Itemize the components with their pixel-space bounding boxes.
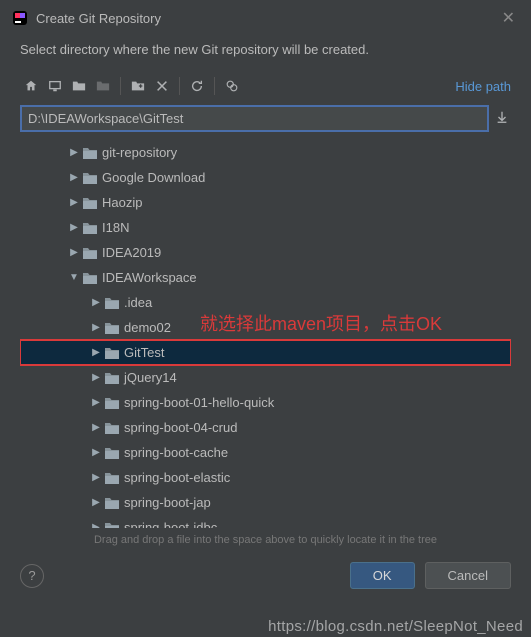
toolbar: Hide path (0, 71, 531, 101)
tree-node-label: .idea (124, 295, 152, 310)
tree-row[interactable]: ▶ Google Download (20, 165, 511, 190)
chevron-right-icon[interactable]: ▶ (68, 222, 80, 233)
tree-node-label: spring-boot-cache (124, 445, 228, 460)
chevron-right-icon[interactable]: ▶ (90, 522, 102, 528)
new-folder-icon[interactable] (127, 75, 149, 97)
module-icon[interactable] (92, 75, 114, 97)
tree-row[interactable]: ▶ I18N (20, 215, 511, 240)
separator (214, 77, 215, 95)
dialog-title: Create Git Repository (36, 11, 498, 26)
tree-row[interactable]: ▶ spring-boot-04-crud (20, 415, 511, 440)
tree-node-label: spring-boot-elastic (124, 470, 230, 485)
tree-node-label: spring-boot-jap (124, 495, 211, 510)
path-row (0, 101, 531, 136)
tree-row[interactable]: ▶ IDEA2019 (20, 240, 511, 265)
folder-icon (104, 496, 120, 510)
tree-row[interactable]: ▶ GitTest (20, 340, 511, 365)
tree-row[interactable]: ▶ spring-boot-jap (20, 490, 511, 515)
tree-row[interactable]: ▶ git-repository (20, 140, 511, 165)
hide-path-link[interactable]: Hide path (455, 79, 511, 94)
tree-node-label: jQuery14 (124, 370, 177, 385)
chevron-right-icon[interactable]: ▶ (90, 397, 102, 408)
chevron-right-icon[interactable]: ▶ (68, 147, 80, 158)
chevron-right-icon[interactable]: ▶ (90, 422, 102, 433)
folder-icon (104, 396, 120, 410)
path-input[interactable] (20, 105, 489, 132)
history-icon[interactable] (495, 110, 511, 127)
tree-row[interactable]: ▼ IDEAWorkspace (20, 265, 511, 290)
folder-icon (82, 246, 98, 260)
folder-icon (82, 271, 98, 285)
folder-icon (104, 346, 120, 360)
tree-node-label: Google Download (102, 170, 205, 185)
chevron-right-icon[interactable]: ▶ (90, 322, 102, 333)
folder-icon (82, 146, 98, 160)
close-icon[interactable]: ✕ (498, 8, 519, 28)
titlebar: Create Git Repository ✕ (0, 0, 531, 36)
tree-row[interactable]: ▶ Haozip (20, 190, 511, 215)
tree-node-label: IDEA2019 (102, 245, 161, 260)
folder-icon (104, 371, 120, 385)
folder-icon (104, 296, 120, 310)
tree-row[interactable]: ▶ jQuery14 (20, 365, 511, 390)
folder-icon (104, 421, 120, 435)
tree-node-label: spring-boot-04-crud (124, 420, 237, 435)
folder-icon (82, 221, 98, 235)
chevron-right-icon[interactable]: ▶ (90, 497, 102, 508)
folder-icon (104, 446, 120, 460)
separator (179, 77, 180, 95)
folder-icon (104, 471, 120, 485)
app-icon (12, 10, 28, 26)
project-icon[interactable] (68, 75, 90, 97)
tree-row[interactable]: ▶ spring-boot-cache (20, 440, 511, 465)
tree-node-label: git-repository (102, 145, 177, 160)
button-row: ? OK Cancel (0, 552, 531, 599)
chevron-right-icon[interactable]: ▶ (90, 472, 102, 483)
refresh-icon[interactable] (186, 75, 208, 97)
instruction-text: Select directory where the new Git repos… (0, 36, 531, 71)
tree-node-label: GitTest (124, 345, 164, 360)
delete-icon[interactable] (151, 75, 173, 97)
watermark: https://blog.csdn.net/SleepNot_Need (268, 618, 523, 635)
chevron-right-icon[interactable]: ▶ (90, 447, 102, 458)
chevron-right-icon[interactable]: ▶ (90, 372, 102, 383)
home-icon[interactable] (20, 75, 42, 97)
chevron-right-icon[interactable]: ▶ (90, 297, 102, 308)
tree-node-label: IDEAWorkspace (102, 270, 197, 285)
cancel-button[interactable]: Cancel (425, 562, 511, 589)
show-hidden-icon[interactable] (221, 75, 243, 97)
chevron-right-icon[interactable]: ▶ (90, 347, 102, 358)
chevron-right-icon[interactable]: ▶ (68, 197, 80, 208)
tree-node-label: I18N (102, 220, 129, 235)
separator (120, 77, 121, 95)
tree-row[interactable]: ▶ spring-boot-elastic (20, 465, 511, 490)
folder-icon (82, 196, 98, 210)
chevron-right-icon[interactable]: ▶ (68, 172, 80, 183)
hint-text: Drag and drop a file into the space abov… (0, 528, 531, 552)
help-button[interactable]: ? (20, 564, 44, 588)
tree-row[interactable]: ▶ spring-boot-jdbc (20, 515, 511, 528)
tree-row[interactable]: ▶ demo02 (20, 315, 511, 340)
directory-tree[interactable]: ▶ git-repository ▶ Google Download ▶ Haozip ▶ I… (20, 140, 511, 528)
chevron-down-icon[interactable]: ▼ (68, 272, 80, 283)
ok-button[interactable]: OK (350, 562, 415, 589)
folder-icon (82, 171, 98, 185)
tree-node-label: Haozip (102, 195, 142, 210)
tree-row[interactable]: ▶ .idea (20, 290, 511, 315)
folder-icon (104, 521, 120, 529)
tree-node-label: spring-boot-01-hello-quick (124, 395, 274, 410)
tree-row[interactable]: ▶ spring-boot-01-hello-quick (20, 390, 511, 415)
chevron-right-icon[interactable]: ▶ (68, 247, 80, 258)
tree-node-label: demo02 (124, 320, 171, 335)
tree-node-label: spring-boot-jdbc (124, 520, 217, 528)
desktop-icon[interactable] (44, 75, 66, 97)
folder-icon (104, 321, 120, 335)
